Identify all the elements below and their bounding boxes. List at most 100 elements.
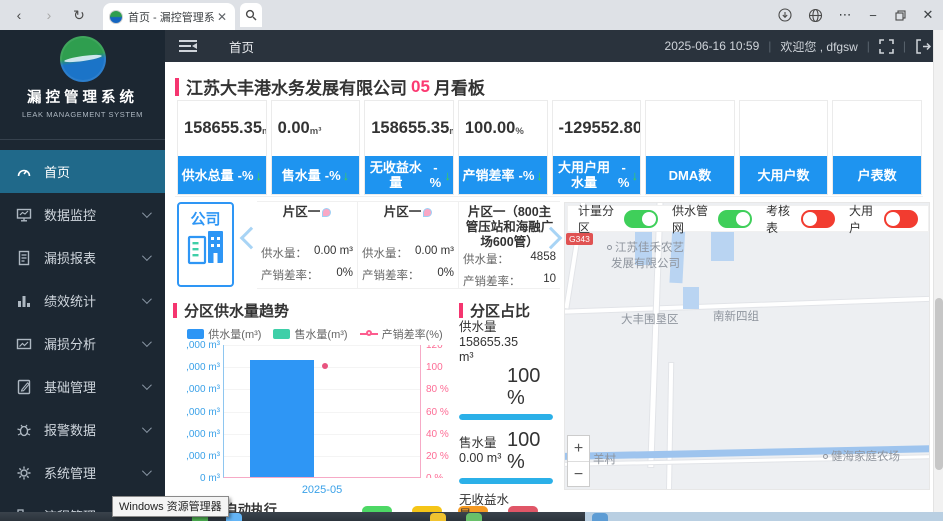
search-tabs-button[interactable]	[240, 3, 262, 27]
kpi-card-sold: 0.00m³ 售水量-%↓	[271, 100, 361, 195]
region-card[interactable]: 片区一 供水量：0.00 m³ 产销差率：0%	[358, 202, 459, 288]
taskbar-icon[interactable]	[466, 513, 482, 521]
toggle-label: 供水管网	[672, 202, 713, 236]
sidebar-item-home[interactable]: 首页	[0, 150, 165, 193]
sidebar-item-leak-report[interactable]: 漏损报表	[0, 236, 165, 279]
kpi-button-dma-count[interactable]: DMA数	[646, 156, 734, 194]
taskbar-tooltip: Windows 资源管理器	[112, 496, 229, 517]
browser-menu-icon[interactable]: ⋯	[830, 0, 860, 30]
app-subtitle: LEAK MANAGEMENT SYSTEM	[0, 110, 165, 119]
welcome-user: 欢迎您 , dfgsw	[780, 38, 857, 55]
board-month: 05	[411, 77, 430, 97]
arrow-down-icon: ↓	[444, 168, 451, 183]
map-label-farm: 健海家庭农场	[823, 448, 900, 464]
region-icon	[423, 208, 432, 217]
board-title: 江苏大丰港水务发展有限公司 05 月看板	[175, 74, 485, 99]
map-label-company: 江苏佳禾农艺发展有限公司	[607, 239, 684, 271]
kpi-button-sold[interactable]: 售水量-%↓	[272, 156, 360, 194]
x-axis-label: 2025-05	[223, 484, 421, 496]
scrollbar-thumb[interactable]	[935, 298, 943, 470]
legend-swatch-teal	[273, 329, 290, 339]
zoom-in-button[interactable]: +	[568, 436, 589, 461]
barchart-icon	[16, 293, 32, 309]
map-zoom-control: + −	[567, 435, 590, 487]
refresh-icon[interactable]: ↻	[68, 4, 90, 26]
map-marker	[823, 454, 828, 459]
analysis-icon	[16, 336, 32, 352]
logout-icon[interactable]	[915, 39, 931, 54]
arrow-down-icon: ↓	[343, 168, 350, 183]
sidebar-item-alarm-data[interactable]: 报警数据	[0, 408, 165, 451]
arrow-down-icon: ↓	[256, 168, 263, 183]
toggle-label: 大用户	[849, 202, 879, 236]
progress-bar	[459, 478, 553, 484]
sidebar-item-system-management[interactable]: 系统管理	[0, 451, 165, 494]
rate-point[interactable]	[322, 363, 328, 369]
browser-tab[interactable]: 首页 - 漏控管理系统 ✕	[103, 3, 235, 30]
forward-icon[interactable]: ›	[38, 4, 60, 26]
kpi-button-nonrevenue[interactable]: 无收益水量-%↓	[365, 156, 453, 194]
tab-close-icon[interactable]: ✕	[215, 10, 229, 24]
kpi-card-big-user-count: 大用户数	[739, 100, 829, 195]
chevron-down-icon	[142, 380, 152, 390]
region-carousel: 片区一 供水量：0.00 m³ 产销差率：0% 片区一 供水量：0.00 m³ …	[257, 201, 560, 289]
chevron-down-icon	[142, 423, 152, 433]
taskbar-icon[interactable]	[592, 513, 608, 521]
minimize-icon[interactable]: −	[858, 0, 888, 30]
gear-icon	[16, 465, 32, 481]
collapse-menu-icon[interactable]	[179, 39, 197, 53]
arrow-down-icon: ↓	[632, 168, 639, 183]
kpi-button-nrw-rate[interactable]: 产销差率-%↓	[459, 156, 547, 194]
share-item-supply: 供水量158655.35m³ 100 %	[459, 320, 553, 420]
globe-icon[interactable]	[800, 0, 830, 30]
chevron-down-icon	[142, 251, 152, 261]
alarm-icon	[16, 422, 32, 438]
app-title: 漏控管理系统	[0, 86, 165, 107]
region-card[interactable]: 片区一 供水量：0.00 m³ 产销差率：0%	[257, 202, 358, 288]
trend-chart: ,000 m³,000 m³,000 m³,000 m³,000 m³,000 …	[173, 340, 457, 505]
map-label-area3: 羊村	[593, 451, 616, 467]
download-icon[interactable]	[770, 0, 800, 30]
sidebar-item-leak-analysis[interactable]: 漏损分析	[0, 322, 165, 365]
legend-swatch-blue	[187, 329, 204, 339]
close-icon[interactable]: ✕	[913, 0, 943, 30]
kpi-button-meter-count[interactable]: 户表数	[833, 156, 921, 194]
sidebar-item-performance-stats[interactable]: 绩效统计	[0, 279, 165, 322]
favicon	[109, 10, 123, 24]
map[interactable]: 计量分区 供水管网 考核表 大用户 G343 江苏佳禾农艺发展有限公司 大丰围垦…	[564, 202, 930, 490]
kpi-card-dma-count: DMA数	[645, 100, 735, 195]
taskbar-icon[interactable]	[430, 513, 446, 521]
toggle-big-user[interactable]	[884, 210, 918, 228]
arrow-down-icon: ↓	[536, 168, 543, 183]
zoom-out-button[interactable]: −	[568, 461, 589, 486]
toggle-label: 考核表	[766, 202, 796, 236]
share-section-title: 分区占比	[459, 300, 530, 321]
dashboard: 江苏大丰港水务发展有限公司 05 月看板 158655.35m³ 供水总量-%↓…	[165, 62, 933, 521]
search-icon	[245, 9, 257, 21]
map-label-area1: 大丰围垦区	[621, 311, 679, 327]
restore-icon[interactable]	[885, 0, 915, 30]
notebook-icon	[16, 379, 32, 395]
region-card[interactable]: 片区一（800主管压站和海融广场600管） 供水量：4858 产销差率：10	[459, 202, 560, 288]
company-card[interactable]: 公司	[177, 202, 234, 287]
bar-supply[interactable]	[250, 360, 314, 477]
tab-title: 首页 - 漏控管理系统	[128, 9, 215, 25]
map-marker	[607, 245, 612, 250]
kpi-button-big-user[interactable]: 大用户用水量-%↓	[553, 156, 641, 194]
map-layer-toggles: 计量分区 供水管网 考核表 大用户	[567, 205, 929, 232]
sidebar-item-data-monitor[interactable]: 数据监控	[0, 193, 165, 236]
page-scrollbar[interactable]	[933, 30, 943, 521]
kpi-button-big-user-count[interactable]: 大用户数	[740, 156, 828, 194]
progress-bar	[459, 414, 553, 420]
y-axis-right: 12010080 %60 %40 %20 %0 %	[423, 345, 455, 478]
kpi-button-supply-total[interactable]: 供水总量-%↓	[178, 156, 266, 194]
kpi-row: 158655.35m³ 供水总量-%↓ 0.00m³ 售水量-%↓ 158655…	[177, 100, 922, 195]
fullscreen-icon[interactable]	[879, 39, 894, 54]
tab-home[interactable]: 首页	[221, 33, 262, 60]
share-item-sold: 售水量0.00 m³ 100 %	[459, 429, 553, 484]
back-icon[interactable]: ‹	[8, 4, 30, 26]
sidebar-item-basic-management[interactable]: 基础管理	[0, 365, 165, 408]
toggle-metering-zone[interactable]	[624, 210, 658, 228]
toggle-assessment-meter[interactable]	[801, 210, 835, 228]
toggle-pipe-network[interactable]	[718, 210, 752, 228]
